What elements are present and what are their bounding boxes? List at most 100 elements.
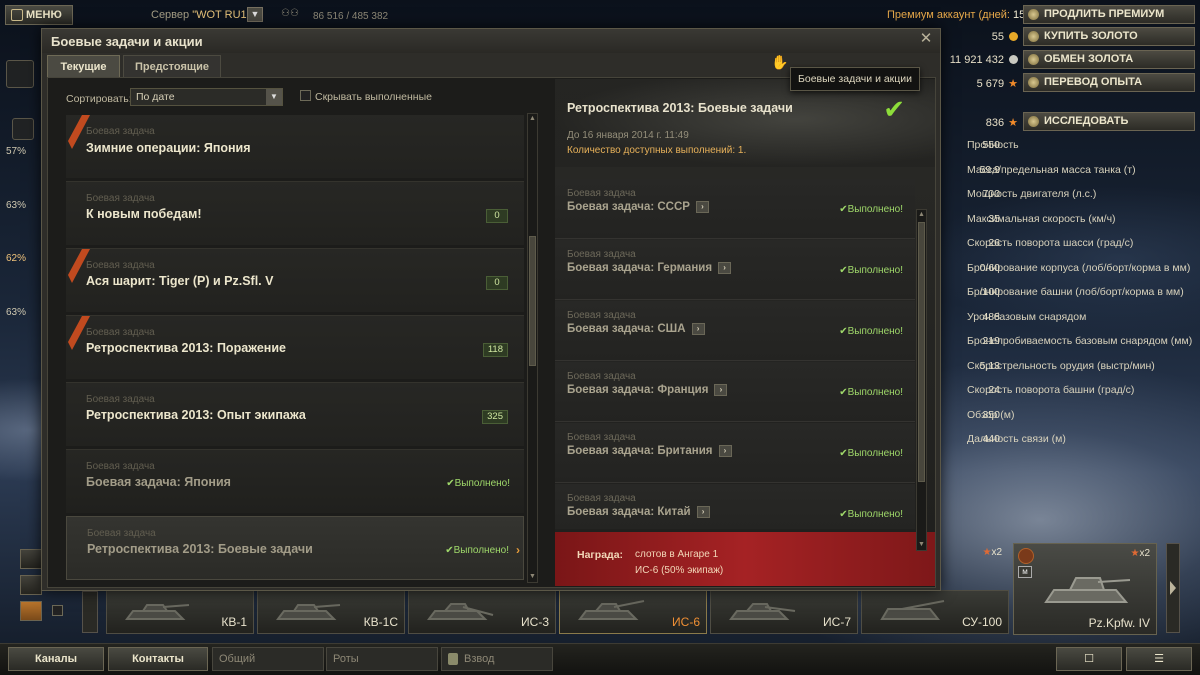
exchange-gold-button[interactable]: ОБМЕН ЗОЛОТА: [1023, 50, 1195, 69]
tank-name: ИС-6: [672, 615, 700, 629]
buy-gold-label: КУПИТЬ ЗОЛОТО: [1044, 30, 1138, 42]
chevron-down-icon: ▼: [266, 89, 282, 105]
tank-slot-premium[interactable]: м ★x2 Pz.Kpfw. IV: [1013, 543, 1157, 635]
list-item[interactable]: Боевая задача Ретроспектива 2013: Опыт э…: [66, 382, 524, 446]
subquest-completed-status: ✔Выполнено!: [839, 448, 903, 459]
double-xp-value: x2: [991, 547, 1002, 558]
list-item[interactable]: Боевая задача Боевая задача: Япония ✔Вып…: [66, 449, 524, 513]
subquest-item[interactable]: Боевая задача Боевая задача: США › ✔Выпол…: [555, 301, 915, 361]
subquest-item[interactable]: Боевая задача Боевая задача: Британия › ✔…: [555, 423, 915, 483]
subquest-item[interactable]: Боевая задача Боевая задача: СССР › ✔Выпо…: [555, 179, 915, 239]
hide-completed-checkbox[interactable]: [300, 90, 311, 101]
tank-slot[interactable]: ★x2 СУ-100: [861, 547, 1009, 634]
chevron-right-icon[interactable]: ›: [691, 323, 705, 335]
scrollbar-thumb[interactable]: [529, 236, 536, 366]
list-item-selected[interactable]: Боевая задача Ретроспектива 2013: Боевые…: [66, 516, 524, 580]
stat-label: Дальность связи (м): [967, 433, 1066, 445]
nation-filter-button[interactable]: [20, 549, 42, 569]
ammo-filter-button[interactable]: [20, 601, 42, 621]
extend-premium-label: ПРОДЛИТЬ ПРЕМИУМ: [1044, 8, 1165, 20]
subquest-name-wrap: Боевая задача: Франция ›: [567, 384, 728, 396]
buy-gold-button[interactable]: КУПИТЬ ЗОЛОТО: [1023, 27, 1195, 46]
chevron-right-icon[interactable]: ›: [696, 506, 710, 518]
channel-platoon[interactable]: Взвод: [441, 647, 553, 671]
quest-type: Боевая задача: [86, 193, 155, 204]
menu-button[interactable]: МЕНЮ: [5, 5, 73, 25]
subquest-type: Боевая задача: [567, 249, 636, 260]
stat-row: 5,13 Скорострельность орудия (выстр/мин): [940, 360, 1200, 384]
subquest-item[interactable]: Боевая задача Боевая задача: Китай › ✔Вып…: [555, 484, 915, 529]
quest-list: Боевая задача Зимние операции: Япония Бо…: [66, 115, 524, 583]
chevron-right-icon[interactable]: ›: [718, 262, 732, 274]
tank-name: ИС-7: [823, 615, 851, 629]
tank-slot[interactable]: ИС-3: [408, 590, 556, 634]
tab-current[interactable]: Текущие: [47, 55, 120, 77]
stat-label: Обзор (м): [967, 409, 1015, 421]
chevron-right-icon: ›: [516, 543, 520, 557]
scrollbar-thumb[interactable]: [918, 222, 925, 482]
tank-slot[interactable]: КВ-1: [106, 590, 254, 634]
subquest-item[interactable]: Боевая задача Боевая задача: Франция › ✔В…: [555, 362, 915, 422]
channel-common[interactable]: Общий: [212, 647, 324, 671]
sort-select[interactable]: По дате ▼: [130, 88, 283, 106]
stat-label: Бронепробиваемость базовым снарядом (мм): [967, 335, 1193, 347]
chat-button[interactable]: ☐: [1056, 647, 1122, 671]
extend-premium-button[interactable]: ПРОДЛИТЬ ПРЕМИУМ: [1023, 5, 1195, 24]
server-value: "WOT RU1": [192, 9, 251, 21]
tab-upcoming[interactable]: Предстоящие: [123, 55, 221, 77]
tank-slot-selected[interactable]: ИС-6: [559, 590, 707, 634]
tank-xp-balance: 836 ★: [986, 116, 1018, 129]
quest-type: Боевая задача: [86, 461, 155, 472]
subquest-scrollbar[interactable]: ▲ ▼: [916, 209, 927, 551]
tank-slot[interactable]: ИС-7: [710, 590, 858, 634]
list-item[interactable]: Боевая задача К новым победам! 0: [66, 181, 524, 245]
carousel-scroll-right[interactable]: [1166, 543, 1180, 633]
filter-checkbox[interactable]: [52, 605, 63, 616]
list-item[interactable]: Боевая задача Зимние операции: Япония: [66, 115, 524, 178]
contacts-button[interactable]: Контакты: [108, 647, 208, 671]
carousel-scroll-left[interactable]: [82, 591, 98, 633]
hide-completed-label: Скрывать выполненные: [315, 91, 432, 103]
scroll-up-icon[interactable]: ▲: [528, 114, 537, 124]
crew-portrait-icon[interactable]: [6, 60, 34, 88]
stat-row: 550 Прочность: [940, 139, 1200, 163]
quest-name: Ретроспектива 2013: Боевые задачи: [87, 542, 313, 556]
credits-icon: [1009, 55, 1018, 64]
list-item[interactable]: Боевая задача Ретроспектива 2013: Пораже…: [66, 315, 524, 379]
server-info: Сервер "WOT RU1": [151, 9, 251, 21]
tooltip: Боевые задачи и акции: [790, 67, 920, 91]
type-filter-button[interactable]: [20, 575, 42, 595]
menu-icon: [11, 9, 23, 21]
tank-silhouette-icon: [880, 600, 945, 620]
scroll-down-icon[interactable]: ▼: [917, 540, 926, 550]
channel-companies[interactable]: Роты: [326, 647, 438, 671]
chevron-right-icon[interactable]: ›: [695, 201, 709, 213]
subquest-type: Боевая задача: [567, 432, 636, 443]
subquest-item[interactable]: Боевая задача Боевая задача: Германия › ✔…: [555, 240, 915, 300]
close-icon[interactable]: ✕: [918, 31, 934, 47]
premium-tank-icon: м: [1018, 566, 1032, 578]
quest-name: Ася шарит: Tiger (P) и Pz.Sfl. V: [86, 274, 274, 288]
nation-icon: [1018, 548, 1034, 564]
chevron-right-icon[interactable]: ›: [714, 384, 728, 396]
channels-button[interactable]: Каналы: [8, 647, 104, 671]
tank-slot[interactable]: КВ-1С: [257, 590, 405, 634]
stat-row: 700 Мощность двигателя (л.с.): [940, 188, 1200, 212]
server-dropdown-button[interactable]: ▼: [247, 7, 263, 22]
stat-label: Бронирование корпуса (лоб/борт/корма в м…: [967, 262, 1191, 274]
scroll-down-icon[interactable]: ▼: [528, 572, 537, 582]
chevron-right-icon[interactable]: ›: [718, 445, 732, 457]
stat-row: 59,9 Масса/предельная масса танка (т): [940, 164, 1200, 188]
stat-label: Масса/предельная масса танка (т): [967, 164, 1136, 176]
list-item[interactable]: Боевая задача Ася шарит: Tiger (P) и Pz.…: [66, 248, 524, 312]
scroll-up-icon[interactable]: ▲: [917, 210, 926, 220]
transfer-xp-button[interactable]: ПЕРЕВОД ОПЫТА: [1023, 73, 1195, 92]
quest-deadline: До 16 января 2014 г. 11:49: [567, 130, 689, 141]
notifications-button[interactable]: ☰: [1126, 647, 1192, 671]
quest-name: Ретроспектива 2013: Опыт экипажа: [86, 408, 306, 422]
tank-filter-icon[interactable]: [12, 118, 34, 140]
tank-xp-star-icon: ★: [1008, 117, 1018, 129]
quest-list-scrollbar[interactable]: ▲ ▼: [527, 113, 538, 583]
quest-detail-title: Ретроспектива 2013: Боевые задачи: [567, 101, 793, 115]
research-button[interactable]: ИССЛЕДОВАТЬ: [1023, 112, 1195, 131]
